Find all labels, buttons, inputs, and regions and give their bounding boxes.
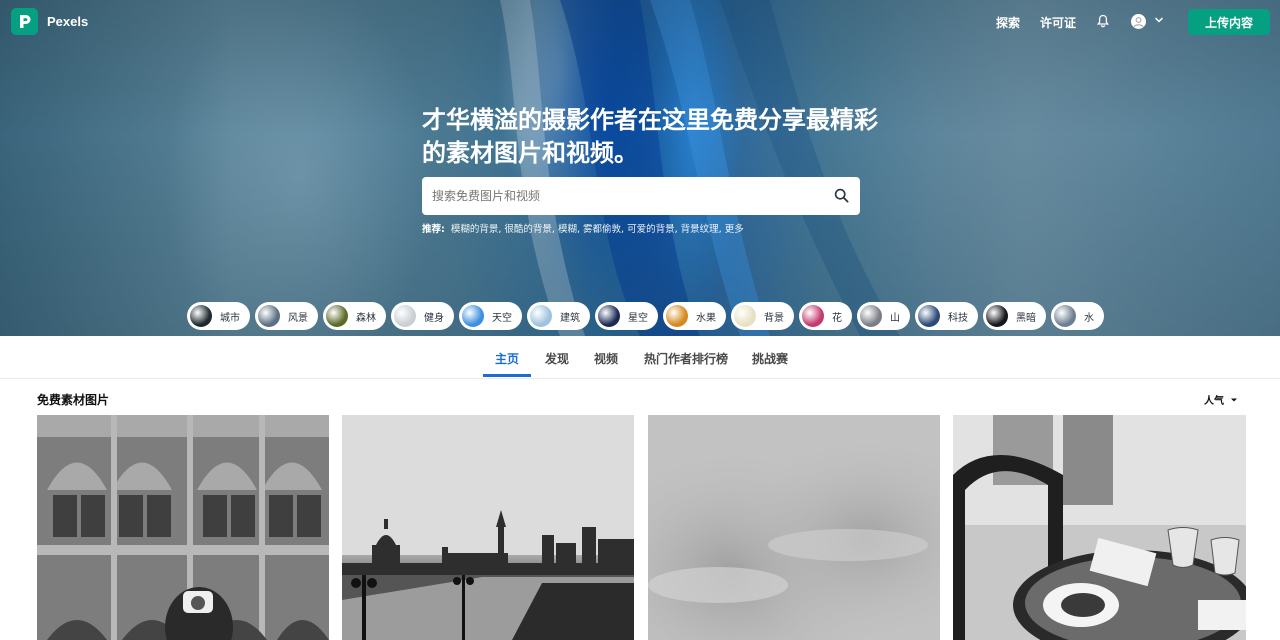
photo-card[interactable] (953, 415, 1246, 640)
suggestion-link[interactable]: 可爱的背景 (627, 224, 675, 235)
chip-thumbnail (530, 305, 552, 327)
search-suggestions: 推荐: 模糊的背景, 很酷的背景, 模糊, 雾都偷敦, 可爱的背景, 背景纹理,… (422, 224, 744, 235)
chip-label: 山 (890, 312, 900, 324)
chip-label: 黑暗 (1016, 312, 1036, 324)
chip-thumbnail (860, 305, 882, 327)
suggestion-link[interactable]: 背景纹理 (681, 224, 719, 235)
suggestions-label: 推荐: (422, 224, 445, 235)
chip-label: 森林 (356, 312, 376, 324)
photo-card[interactable] (37, 415, 329, 640)
chip-label: 天空 (492, 312, 512, 324)
chip-thumbnail (666, 305, 688, 327)
chip-scenery[interactable]: 风景 (255, 302, 318, 330)
chip-starry-sky[interactable]: 星空 (595, 302, 658, 330)
tab-home[interactable]: 主页 (495, 350, 519, 367)
chip-label: 城市 (220, 312, 240, 324)
chip-label: 风景 (288, 312, 308, 324)
chip-thumbnail (734, 305, 756, 327)
chip-thumbnail (326, 305, 348, 327)
category-chips: 城市 风景 森林 健身 天空 建筑 星空 水果 背景 花 山 科技 黑暗 水 (187, 302, 1104, 330)
bell-icon[interactable] (1096, 14, 1110, 28)
tab-discover[interactable]: 发现 (545, 350, 569, 367)
chip-sky[interactable]: 天空 (459, 302, 522, 330)
photo-city-river (342, 415, 634, 640)
chip-thumbnail (598, 305, 620, 327)
chip-fruit[interactable]: 水果 (663, 302, 726, 330)
suggestion-more-link[interactable]: 更多 (725, 224, 744, 235)
sort-label: 人气 (1204, 396, 1224, 407)
search-icon[interactable] (834, 188, 849, 203)
chip-thumbnail (462, 305, 484, 327)
chevron-down-icon[interactable] (1154, 14, 1164, 26)
chip-thumbnail (258, 305, 280, 327)
chip-mountain[interactable]: 山 (857, 302, 910, 330)
nav-explore[interactable]: 探索 (996, 14, 1020, 31)
suggestion-link[interactable]: 模糊的背景 (451, 224, 499, 235)
tab-videos[interactable]: 视频 (594, 350, 618, 367)
chip-fitness[interactable]: 健身 (391, 302, 454, 330)
chip-label: 水 (1084, 312, 1094, 324)
photo-card[interactable] (648, 415, 940, 640)
photo-cloudy-sky (648, 415, 940, 640)
chip-technology[interactable]: 科技 (915, 302, 978, 330)
hero-title: 才华横溢的摄影作者在这里免费分享最精彩的素材图片和视频。 (422, 106, 878, 167)
chip-label: 健身 (424, 312, 444, 324)
active-tab-indicator (483, 374, 531, 377)
chip-thumbnail (802, 305, 824, 327)
chip-thumbnail (190, 305, 212, 327)
chip-label: 星空 (628, 312, 648, 324)
chip-background[interactable]: 背景 (731, 302, 794, 330)
chip-flower[interactable]: 花 (799, 302, 852, 330)
gallery-title: 免费素材图片 (37, 393, 110, 407)
avatar[interactable] (1131, 14, 1146, 29)
chip-city[interactable]: 城市 (187, 302, 250, 330)
content-tabs: 主页 发现 视频 热门作者排行榜 挑战赛 (0, 336, 1280, 379)
chip-forest[interactable]: 森林 (323, 302, 386, 330)
search-bar (422, 177, 860, 215)
caret-down-icon (1231, 398, 1237, 401)
upload-button[interactable]: 上传内容 (1188, 9, 1270, 35)
suggestion-link[interactable]: 雾都偷敦 (583, 224, 621, 235)
brand-name[interactable]: Pexels (47, 14, 88, 29)
chip-architecture[interactable]: 建筑 (527, 302, 590, 330)
tab-challenges[interactable]: 挑战赛 (752, 350, 788, 367)
chip-label: 科技 (948, 312, 968, 324)
chip-label: 水果 (696, 312, 716, 324)
nav-license[interactable]: 许可证 (1040, 14, 1076, 31)
chip-thumbnail (1054, 305, 1076, 327)
chip-dark[interactable]: 黑暗 (983, 302, 1046, 330)
chip-thumbnail (918, 305, 940, 327)
chip-thumbnail (986, 305, 1008, 327)
chip-label: 花 (832, 312, 842, 324)
chip-label: 建筑 (560, 312, 580, 324)
photo-cafe-table (953, 415, 1246, 640)
suggestion-link[interactable]: 模糊 (558, 224, 577, 235)
chip-thumbnail (394, 305, 416, 327)
search-input[interactable] (432, 177, 822, 215)
photo-building-girl-camera (37, 415, 329, 640)
sort-dropdown[interactable]: 人气 (1204, 392, 1238, 407)
pexels-logo-icon[interactable] (11, 8, 38, 35)
photo-card[interactable] (342, 415, 634, 640)
user-icon (1133, 17, 1144, 28)
top-nav: Pexels 探索 许可证 上传内容 (0, 0, 1280, 44)
chip-water[interactable]: 水 (1051, 302, 1104, 330)
chip-label: 背景 (764, 312, 784, 324)
tab-leaderboard[interactable]: 热门作者排行榜 (644, 350, 728, 367)
suggestion-link[interactable]: 很酷的背景 (504, 224, 552, 235)
